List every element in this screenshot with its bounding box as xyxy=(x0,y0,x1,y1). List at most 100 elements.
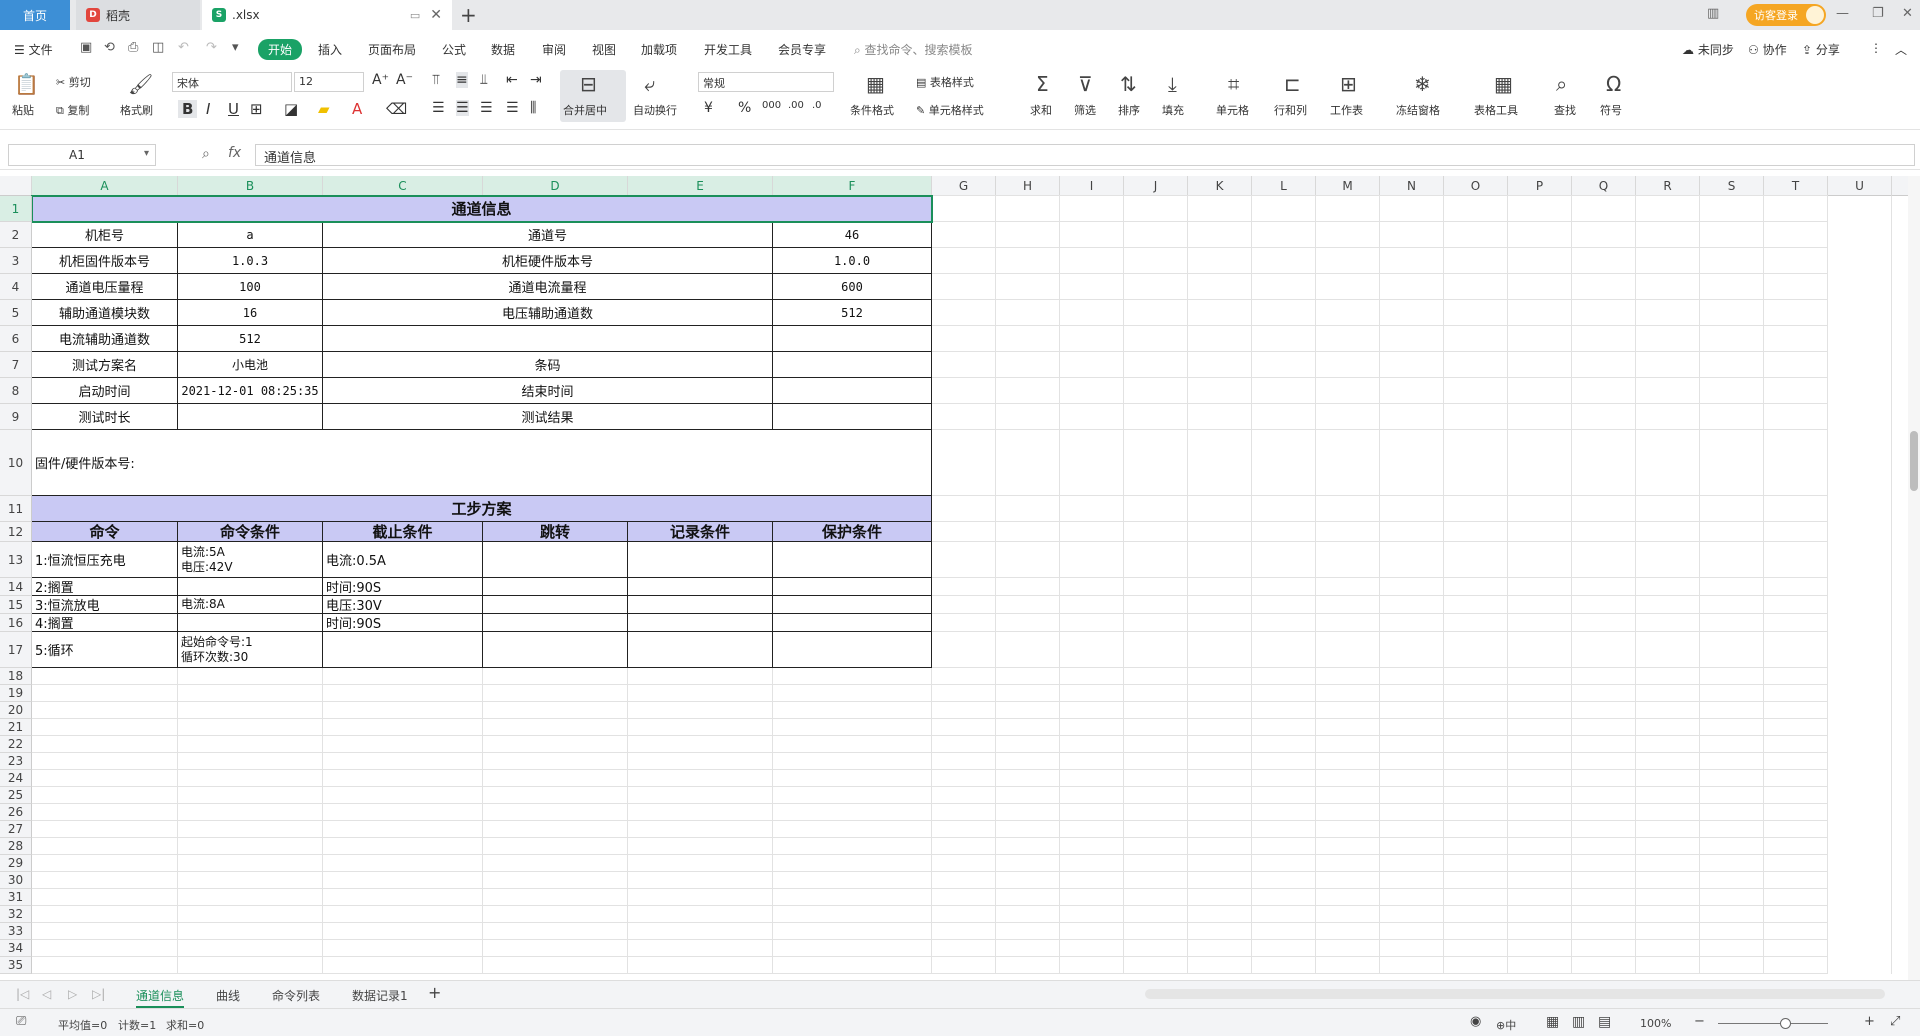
step-record-cell[interactable] xyxy=(628,614,773,632)
step-condition-cell[interactable]: 电流:8A xyxy=(178,596,323,614)
step-title-cell[interactable]: 工步方案 xyxy=(32,496,932,522)
info-label-cell[interactable]: 机柜固件版本号 xyxy=(32,248,178,274)
step-jump-cell[interactable] xyxy=(483,632,628,668)
vertical-scrollbar[interactable] xyxy=(1908,176,1920,980)
page-layout-view-icon[interactable]: ▥ xyxy=(1572,1014,1585,1030)
align-middle-icon[interactable]: ≡ xyxy=(456,72,468,88)
row-header[interactable]: 9 xyxy=(0,404,32,430)
info-value-cell[interactable] xyxy=(773,378,932,404)
prev-sheet-icon[interactable]: ◁ xyxy=(42,987,51,1001)
row-header[interactable]: 23 xyxy=(0,753,32,770)
worksheet-icon[interactable]: ⊞ xyxy=(1340,72,1357,96)
tab-docer[interactable]: D 稻壳 xyxy=(76,0,200,30)
column-header[interactable]: H xyxy=(996,176,1060,196)
align-center-icon[interactable]: ☰ xyxy=(456,100,469,116)
column-header[interactable]: M xyxy=(1316,176,1380,196)
step-header-cell[interactable]: 跳转 xyxy=(483,522,628,542)
clear-format-icon[interactable]: ⌫ xyxy=(386,100,407,118)
print-icon[interactable]: ⎙ xyxy=(128,40,138,55)
name-box-dropdown-icon[interactable]: ▾ xyxy=(144,148,149,159)
pin-icon[interactable]: ▭ xyxy=(410,9,420,22)
info-label-cell[interactable]: 条码 xyxy=(323,352,773,378)
step-protect-cell[interactable] xyxy=(773,632,932,668)
row-header[interactable]: 12 xyxy=(0,522,32,542)
format-painter-icon[interactable]: 🖌 xyxy=(128,72,153,96)
info-value-cell[interactable]: 100 xyxy=(178,274,323,300)
font-color-icon[interactable]: A xyxy=(352,100,362,118)
info-label-cell[interactable]: 通道电流量程 xyxy=(323,274,773,300)
row-header[interactable]: 6 xyxy=(0,326,32,352)
find-icon[interactable]: ⌕ xyxy=(1556,72,1567,96)
close-icon[interactable]: ✕ xyxy=(430,7,442,23)
symbol-button[interactable]: 符号 xyxy=(1600,102,1622,118)
undo-icon[interactable]: ↶ xyxy=(178,40,189,55)
cut-button[interactable]: ✂ 剪切 xyxy=(56,74,91,90)
row-header[interactable]: 5 xyxy=(0,300,32,326)
info-label-cell[interactable]: 辅助通道模块数 xyxy=(32,300,178,326)
info-label-cell[interactable]: 通道号 xyxy=(323,222,773,248)
column-header[interactable]: F xyxy=(773,176,932,196)
row-header[interactable]: 21 xyxy=(0,719,32,736)
spreadsheet-grid[interactable]: ABCDEFGHIJKLMNOPQRSTU 通道信息 机柜号 a 通道号 46 机柜固件版… xyxy=(0,176,1908,980)
wrap-text-button[interactable]: 自动换行 xyxy=(633,102,677,118)
fw-version-cell[interactable]: 固件/硬件版本号: xyxy=(32,430,932,496)
step-stop-cell[interactable]: 时间:90S xyxy=(323,614,483,632)
step-jump-cell[interactable] xyxy=(483,578,628,596)
row-header[interactable]: 29 xyxy=(0,855,32,872)
first-sheet-icon[interactable]: |◁ xyxy=(16,987,29,1001)
step-stop-cell[interactable]: 电压:30V xyxy=(323,596,483,614)
step-condition-cell[interactable]: 电流:5A 电压:42V xyxy=(178,542,323,578)
row-header[interactable]: 18 xyxy=(0,668,32,685)
fx-icon[interactable]: fx xyxy=(228,145,241,161)
fill-color-icon[interactable]: ◪ xyxy=(284,100,298,118)
sum-button[interactable]: 求和 xyxy=(1030,102,1052,118)
info-label-cell[interactable]: 测试结果 xyxy=(323,404,773,430)
conditional-format-button[interactable]: 条件格式 xyxy=(850,102,894,118)
align-top-icon[interactable]: ⫪ xyxy=(432,72,440,88)
column-header[interactable]: I xyxy=(1060,176,1124,196)
step-jump-cell[interactable] xyxy=(483,542,628,578)
info-value-cell[interactable] xyxy=(773,404,932,430)
sheet-tab-command-list[interactable]: 命令列表 xyxy=(272,987,320,1004)
row-header[interactable]: 33 xyxy=(0,923,32,940)
percent-button[interactable]: % xyxy=(738,100,751,116)
row-header[interactable]: 28 xyxy=(0,838,32,855)
info-label-cell[interactable] xyxy=(323,326,773,352)
symbol-icon[interactable]: Ω xyxy=(1606,72,1621,96)
info-value-cell[interactable]: 2021-12-01 08:25:35 xyxy=(178,378,323,404)
row-header[interactable]: 3 xyxy=(0,248,32,274)
step-stop-cell[interactable]: 电流:0.5A xyxy=(323,542,483,578)
tab-home[interactable]: 首页 xyxy=(0,0,70,30)
step-protect-cell[interactable] xyxy=(773,542,932,578)
step-command-cell[interactable]: 4:搁置 xyxy=(32,614,178,632)
menu-dev-tools[interactable]: 开发工具 xyxy=(704,41,752,58)
info-label-cell[interactable]: 机柜硬件版本号 xyxy=(323,248,773,274)
wrap-text-icon[interactable]: ⤶ xyxy=(644,72,655,96)
column-header[interactable]: G xyxy=(932,176,996,196)
decrease-decimal-icon[interactable]: .0 xyxy=(812,100,822,111)
info-label-cell[interactable]: 测试方案名 xyxy=(32,352,178,378)
info-label-cell[interactable]: 机柜号 xyxy=(32,222,178,248)
add-sheet-icon[interactable]: + xyxy=(428,983,441,1002)
customize-icon[interactable]: ▾ xyxy=(232,40,239,55)
increase-font-icon[interactable]: A⁺ xyxy=(372,72,389,88)
fill-icon[interactable]: ⤓ xyxy=(1168,72,1177,96)
row-header[interactable]: 8 xyxy=(0,378,32,404)
step-protect-cell[interactable] xyxy=(773,578,932,596)
row-header[interactable]: 2 xyxy=(0,222,32,248)
zoom-formula-icon[interactable]: ⌕ xyxy=(202,146,210,162)
step-condition-cell[interactable]: 起始命令号:1 循环次数:30 xyxy=(178,632,323,668)
underline-icon[interactable]: U xyxy=(228,100,239,118)
zoom-slider-track[interactable] xyxy=(1718,1023,1828,1024)
macro-record-icon[interactable]: ⎚ xyxy=(16,1014,26,1029)
column-header[interactable]: J xyxy=(1124,176,1188,196)
align-left-icon[interactable]: ☰ xyxy=(432,100,445,116)
format-painter-button[interactable]: 格式刷 xyxy=(120,102,153,118)
tab-xlsx[interactable]: S .xlsx ▭ ✕ xyxy=(202,0,452,30)
menu-file[interactable]: ☰ 文件 xyxy=(14,41,53,58)
info-label-cell[interactable]: 电压辅助通道数 xyxy=(323,300,773,326)
cell-button[interactable]: 单元格 xyxy=(1216,102,1249,118)
thousands-button[interactable]: 000 xyxy=(762,100,781,111)
freeze-button[interactable]: 冻结窗格 xyxy=(1396,102,1440,118)
indent-decrease-icon[interactable]: ⇤ xyxy=(506,72,518,88)
